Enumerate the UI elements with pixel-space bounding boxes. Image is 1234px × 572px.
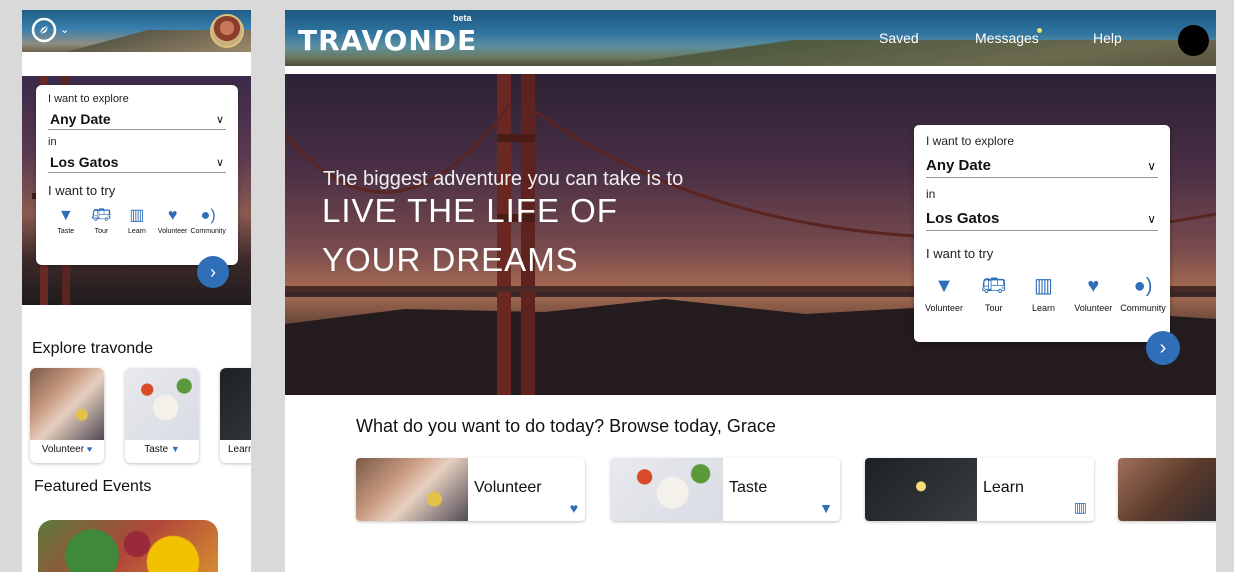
explore-tile-learn[interactable]: Learn [220,368,251,463]
ice-cream-icon: ▼ [170,444,180,454]
chevron-right-icon: › [1159,336,1167,359]
mobile-view: ⌄ I want to explore Any Date ∨ in Los Ga… [22,10,251,572]
desktop-view: TRAVONDE beta Saved Messages Help The bi… [285,10,1216,572]
ice-cream-icon: ▼ [57,207,74,224]
chevron-down-icon[interactable]: ⌄ [60,23,69,36]
browse-tile-more[interactable] [1118,458,1216,521]
explore-label: I want to explore [48,93,129,105]
category-volunteer[interactable]: ♥ Volunteer [1069,273,1117,313]
bus-icon: 🚌︎ [91,207,112,224]
category-taste[interactable]: ▼ Taste [48,206,84,235]
nav-saved[interactable]: Saved [879,30,919,46]
try-label: I want to try [926,246,994,261]
location-select[interactable]: Los Gatos ∨ [48,152,226,173]
category-taste[interactable]: ▼ Volunteer [920,273,968,313]
explore-title: Explore travonde [32,340,153,357]
chevron-down-icon: ∨ [215,156,224,169]
browse-tile-learn[interactable]: Learn ▥ [865,458,1094,521]
volunteer-image [356,458,468,521]
bus-icon: 🚌︎ [981,275,1007,297]
travel-image [1118,458,1216,521]
volunteer-image [30,368,104,440]
community-icon: ●) [1133,275,1153,297]
mobile-search-card: I want to explore Any Date ∨ in Los Gato… [36,85,238,265]
hero-headline-2: YOUR DREAMS [322,241,579,278]
category-community[interactable]: ●) Community [1119,273,1167,313]
try-label: I want to try [48,183,116,198]
chevron-right-icon: › [210,261,216,282]
browse-title: What do you want to do today? Browse tod… [356,416,776,436]
community-icon: ●) [200,207,216,224]
explore-label: I want to explore [926,134,1015,148]
heart-icon: ♥ [167,207,178,224]
browse-tile-volunteer[interactable]: Volunteer ♥ [356,458,585,521]
learn-image [220,368,251,440]
book-icon: ▥ [129,207,145,224]
beta-badge: beta [453,13,472,23]
heart-icon: ♥ [1087,275,1100,297]
search-go-button[interactable]: › [1146,331,1180,365]
book-icon: ▥ [1073,499,1087,515]
chevron-down-icon: ∨ [1147,211,1156,226]
taste-image [125,368,199,440]
featured-title: Featured Events [34,478,152,495]
category-learn[interactable]: ▥ Learn [119,206,155,235]
category-tour[interactable]: 🚌︎ Tour [970,273,1018,313]
nav-messages[interactable]: Messages [975,30,1039,46]
in-label: in [48,136,57,148]
featured-event-image[interactable] [38,520,218,572]
heart-icon: ♥ [86,444,93,454]
compass-icon[interactable] [30,16,58,44]
hero-headline-1: LIVE THE LIFE OF [322,192,618,229]
browse-tiles: Volunteer ♥ Taste ▼ Learn ▥ [356,458,1216,522]
date-select[interactable]: Any Date ∨ [48,109,226,130]
browse-tile-taste[interactable]: Taste ▼ [611,458,840,521]
category-list: ▼ Taste 🚌︎ Tour ▥ Learn ♥ Volunteer ●) C… [48,206,226,235]
search-go-button[interactable]: › [197,256,229,288]
explore-tile-taste[interactable]: Taste ▼ [125,368,199,463]
category-learn[interactable]: ▥ Learn [1020,273,1068,313]
ice-cream-icon: ▼ [934,275,954,297]
category-community[interactable]: ●) Community [190,206,226,235]
in-label: in [926,187,936,201]
hero-tagline: The biggest adventure you can take is to [323,168,684,190]
date-select[interactable]: Any Date ∨ [926,154,1158,178]
explore-tile-volunteer[interactable]: Volunteer ♥ [30,368,104,463]
desktop-search-card: I want to explore Any Date ∨ in Los Gato… [914,125,1170,342]
learn-image [865,458,977,521]
notification-dot [1037,28,1042,33]
category-volunteer[interactable]: ♥ Volunteer [155,206,191,235]
mobile-header: ⌄ [22,10,251,52]
avatar[interactable] [210,14,244,48]
logo[interactable]: TRAVONDE [298,24,477,57]
category-tour[interactable]: 🚌︎ Tour [84,206,120,235]
heart-icon: ♥ [569,500,578,516]
ice-cream-icon: ▼ [819,500,833,516]
chevron-down-icon: ∨ [215,113,224,126]
nav-help[interactable]: Help [1093,30,1122,46]
location-select[interactable]: Los Gatos ∨ [926,207,1158,231]
book-icon: ▥ [1034,275,1053,297]
taste-image [611,458,723,521]
explore-tiles: Volunteer ♥ Taste ▼ Learn [30,368,251,464]
avatar[interactable] [1178,25,1209,56]
chevron-down-icon: ∨ [1147,158,1156,173]
desktop-header: TRAVONDE beta Saved Messages Help [285,10,1216,66]
category-list: ▼ Volunteer 🚌︎ Tour ▥ Learn ♥ Volunteer … [920,273,1167,313]
